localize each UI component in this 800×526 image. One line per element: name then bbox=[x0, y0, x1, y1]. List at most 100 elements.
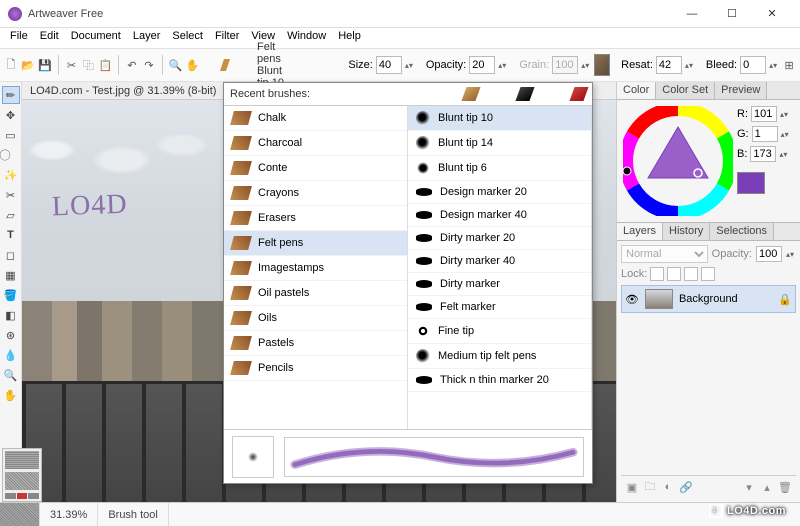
cut-icon[interactable]: ✂ bbox=[65, 55, 79, 75]
visibility-icon[interactable]: 👁 bbox=[625, 293, 639, 306]
brush-variant-item[interactable]: Blunt tip 6 bbox=[408, 156, 591, 181]
lock-transparency[interactable] bbox=[650, 267, 664, 281]
size-spinner[interactable]: ▴▾ bbox=[405, 61, 415, 70]
brush-category-item[interactable]: Oil pastels bbox=[224, 281, 407, 306]
menu-edit[interactable]: Edit bbox=[34, 28, 65, 48]
brush-category-item[interactable]: Pastels bbox=[224, 331, 407, 356]
tool-lasso[interactable]: ⃝ bbox=[2, 146, 20, 164]
brush-variant-item[interactable]: Dirty marker 20 bbox=[408, 227, 591, 250]
brush-category-item[interactable]: Charcoal bbox=[224, 131, 407, 156]
brush-wet-icon[interactable] bbox=[569, 87, 588, 101]
open-icon[interactable]: 📂 bbox=[21, 55, 35, 75]
tool-crop[interactable]: ✂ bbox=[2, 186, 20, 204]
color-wheel[interactable] bbox=[623, 106, 733, 216]
maximize-button[interactable]: ☐ bbox=[712, 0, 752, 28]
brush-category-item[interactable]: Imagestamps bbox=[224, 256, 407, 281]
brush-category-item[interactable]: Erasers bbox=[224, 206, 407, 231]
brush-subcategory-icon[interactable] bbox=[515, 87, 534, 101]
size-input[interactable] bbox=[376, 56, 402, 74]
tool-shape[interactable]: ◻ bbox=[2, 246, 20, 264]
brush-variant-item[interactable]: Dirty marker bbox=[408, 273, 591, 296]
brush-variant-item[interactable]: Design marker 20 bbox=[408, 181, 591, 204]
opacity-spinner[interactable]: ▴▾ bbox=[498, 61, 508, 70]
brush-preset-icon[interactable] bbox=[218, 55, 234, 75]
tool-hand[interactable]: ✋ bbox=[2, 386, 20, 404]
menu-filter[interactable]: Filter bbox=[209, 28, 245, 48]
brush-category-item[interactable]: Pencils bbox=[224, 356, 407, 381]
tab-layers[interactable]: Layers bbox=[617, 223, 663, 240]
current-color-swatch[interactable] bbox=[737, 172, 765, 194]
opacity-input[interactable] bbox=[469, 56, 495, 74]
menu-select[interactable]: Select bbox=[166, 28, 209, 48]
tab-color[interactable]: Color bbox=[617, 82, 656, 99]
paper-texture-swatch[interactable] bbox=[594, 54, 610, 76]
brush-variant-item[interactable]: Dirty marker 40 bbox=[408, 250, 591, 273]
close-button[interactable]: ✕ bbox=[752, 0, 792, 28]
brush-category-item[interactable]: Oils bbox=[224, 306, 407, 331]
texture-swatch-a[interactable] bbox=[5, 451, 39, 469]
blend-mode-select[interactable]: Normal bbox=[621, 245, 708, 263]
brush-variant-item[interactable]: Thick n thin marker 20 bbox=[408, 369, 591, 392]
save-icon[interactable]: 💾 bbox=[38, 55, 52, 75]
brush-category-item[interactable]: Chalk bbox=[224, 106, 407, 131]
lock-all[interactable] bbox=[701, 267, 715, 281]
new-layer-icon[interactable]: ▣ bbox=[624, 479, 640, 495]
brush-category-item[interactable]: Felt pens bbox=[224, 231, 407, 256]
g-input[interactable] bbox=[752, 126, 778, 142]
tab-preview[interactable]: Preview bbox=[715, 82, 767, 99]
tool-gradient[interactable]: ▦ bbox=[2, 266, 20, 284]
layer-mask-icon[interactable]: ◐ bbox=[660, 479, 676, 495]
brush-variant-item[interactable]: Blunt tip 14 bbox=[408, 131, 591, 156]
layer-name[interactable]: Background bbox=[679, 293, 738, 305]
menu-file[interactable]: File bbox=[4, 28, 34, 48]
layer-up-icon[interactable]: ▴ bbox=[759, 479, 775, 495]
brush-settings-icon[interactable]: ⊞ bbox=[782, 55, 796, 75]
layer-link-icon[interactable]: 🔗 bbox=[678, 479, 694, 495]
undo-icon[interactable]: ↶ bbox=[125, 55, 139, 75]
menu-layer[interactable]: Layer bbox=[127, 28, 167, 48]
tool-wand[interactable]: ✨ bbox=[2, 166, 20, 184]
bleed-spinner[interactable]: ▴▾ bbox=[769, 61, 779, 70]
tool-eyedropper[interactable]: 💧 bbox=[2, 346, 20, 364]
new-group-icon[interactable]: 🗀 bbox=[642, 479, 658, 495]
tool-eraser[interactable]: ◧ bbox=[2, 306, 20, 324]
tool-move[interactable]: ✥ bbox=[2, 106, 20, 124]
hand-icon[interactable]: ✋ bbox=[186, 55, 200, 75]
status-texture[interactable] bbox=[0, 503, 40, 526]
r-input[interactable] bbox=[751, 106, 777, 122]
tab-selections[interactable]: Selections bbox=[710, 223, 774, 240]
delete-layer-icon[interactable]: 🗑 bbox=[777, 479, 793, 495]
new-icon[interactable]: 🗋 bbox=[4, 55, 18, 75]
resat-spinner[interactable]: ▴▾ bbox=[685, 61, 695, 70]
brush-variant-item[interactable]: Medium tip felt pens bbox=[408, 344, 591, 369]
minimize-button[interactable]: — bbox=[672, 0, 712, 28]
copy-icon[interactable]: ⿻ bbox=[81, 55, 95, 75]
status-zoom[interactable]: 31.39% bbox=[40, 503, 98, 526]
menu-document[interactable]: Document bbox=[65, 28, 127, 48]
tool-text[interactable]: T bbox=[2, 226, 20, 244]
bleed-input[interactable] bbox=[740, 56, 766, 74]
tab-color-set[interactable]: Color Set bbox=[656, 82, 715, 99]
tool-brush[interactable]: ✏ bbox=[2, 86, 20, 104]
brush-variant-item[interactable]: Blunt tip 10 bbox=[408, 106, 591, 131]
brush-category-item[interactable]: Crayons bbox=[224, 181, 407, 206]
brush-category-icon[interactable] bbox=[461, 87, 480, 101]
brush-variant-item[interactable]: Felt marker bbox=[408, 296, 591, 319]
tool-perspective[interactable]: ▱ bbox=[2, 206, 20, 224]
tool-fill[interactable]: 🪣 bbox=[2, 286, 20, 304]
resat-input[interactable] bbox=[656, 56, 682, 74]
tool-zoom[interactable]: 🔍 bbox=[2, 366, 20, 384]
layer-opacity-input[interactable] bbox=[756, 246, 782, 262]
menu-help[interactable]: Help bbox=[332, 28, 367, 48]
paste-icon[interactable]: 📋 bbox=[98, 55, 112, 75]
brush-category-item[interactable]: Conte bbox=[224, 156, 407, 181]
texture-mini-panel[interactable] bbox=[2, 448, 42, 502]
redo-icon[interactable]: ↷ bbox=[142, 55, 156, 75]
tool-stamp[interactable]: ⊛ bbox=[2, 326, 20, 344]
brush-variant-item[interactable]: Fine tip bbox=[408, 319, 591, 344]
brush-categories-list[interactable]: ChalkCharcoalConteCrayonsErasersFelt pen… bbox=[224, 106, 408, 429]
lock-position[interactable] bbox=[684, 267, 698, 281]
lock-pixels[interactable] bbox=[667, 267, 681, 281]
brush-variant-item[interactable]: Design marker 40 bbox=[408, 204, 591, 227]
layer-down-icon[interactable]: ▾ bbox=[741, 479, 757, 495]
